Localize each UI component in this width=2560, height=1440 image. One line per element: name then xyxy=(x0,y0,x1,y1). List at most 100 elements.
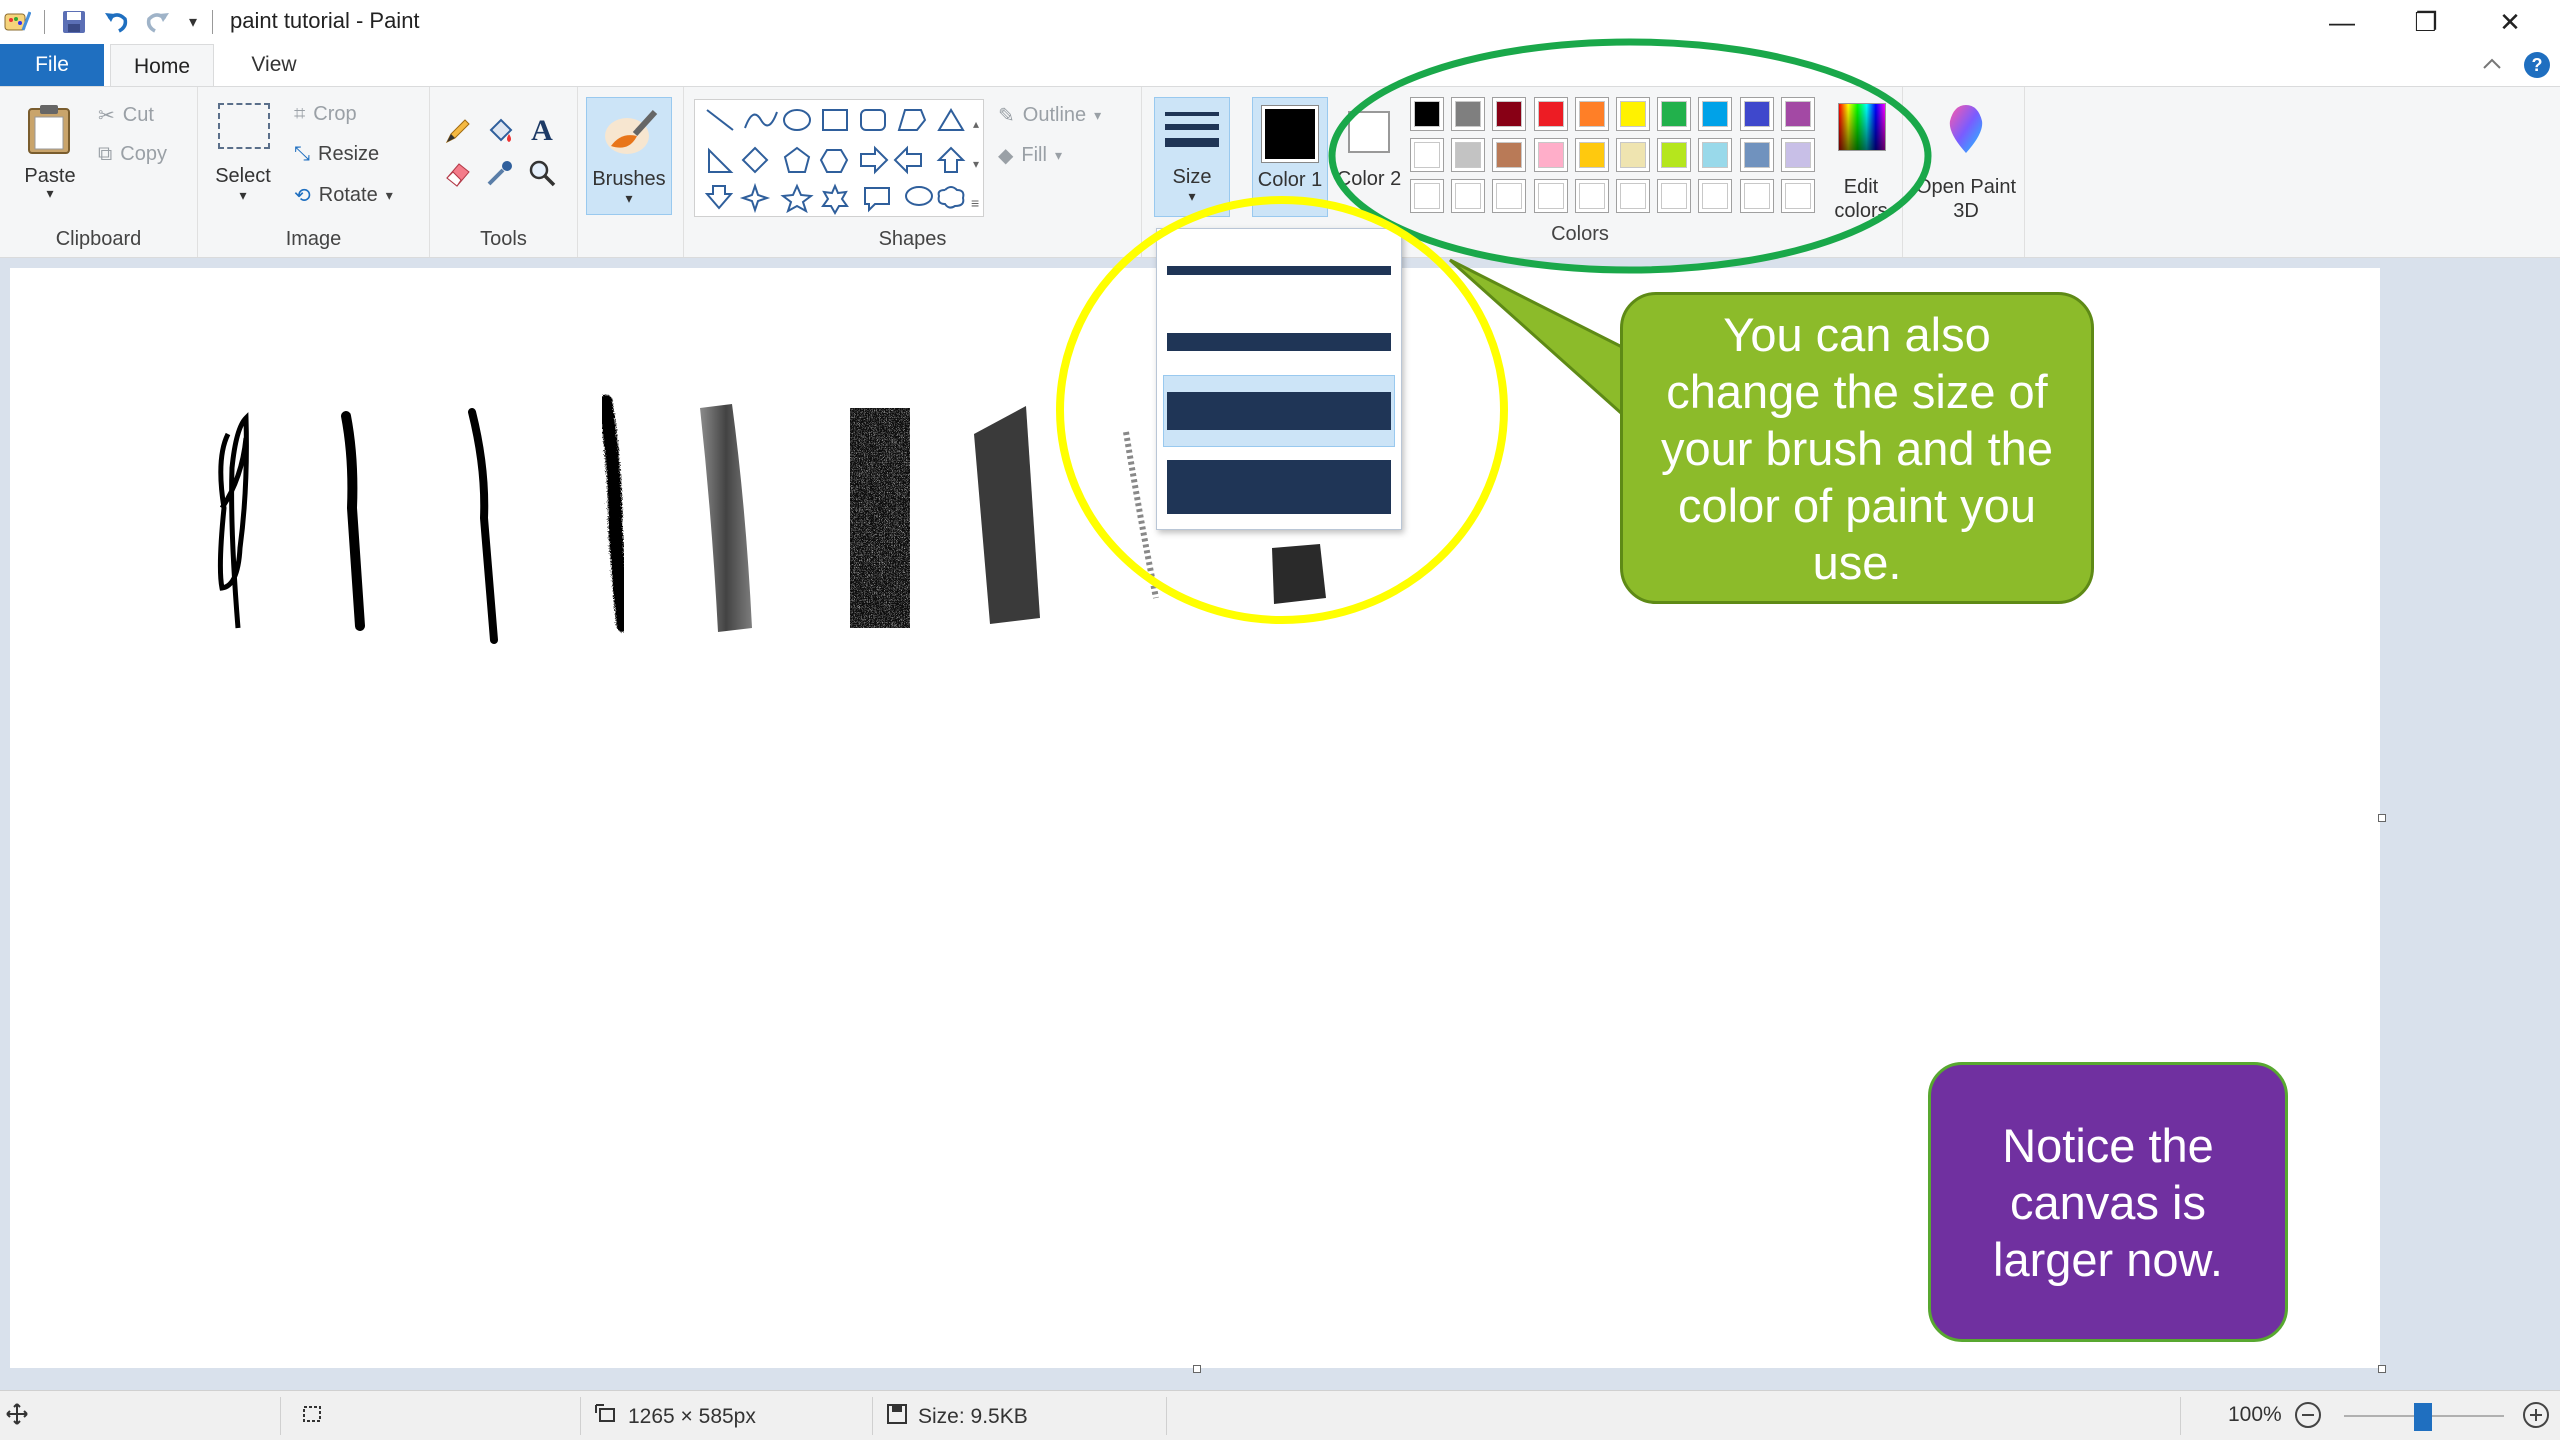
color-swatch[interactable] xyxy=(1780,97,1815,131)
swatch-fill xyxy=(1702,142,1729,168)
color-swatch[interactable] xyxy=(1574,138,1609,172)
custom-color-slot[interactable] xyxy=(1574,179,1609,213)
resize-handle-corner[interactable] xyxy=(2378,1365,2386,1373)
brushes-button[interactable]: Brushes ▾ xyxy=(586,97,672,215)
color-swatch[interactable] xyxy=(1451,138,1486,172)
open-paint3d-button[interactable]: Open Paint 3D xyxy=(1912,97,2020,223)
redo-icon[interactable] xyxy=(142,6,174,38)
svg-text:≡: ≡ xyxy=(971,195,979,211)
zoom-out-icon xyxy=(2295,1402,2321,1428)
color-swatch[interactable] xyxy=(1739,97,1774,131)
size-option-4[interactable] xyxy=(1163,451,1395,523)
edit-colors-button[interactable]: Edit colors xyxy=(1826,97,1896,223)
paste-button[interactable]: Paste ▾ xyxy=(10,97,90,201)
color-swatch[interactable] xyxy=(1616,97,1650,131)
chevron-down-icon: ▾ xyxy=(625,190,633,206)
help-icon[interactable]: ? xyxy=(2524,52,2550,78)
cut-label: Cut xyxy=(122,104,154,126)
outline-icon: ✎ xyxy=(998,105,1015,127)
resize-button[interactable]: ⤡ Resize xyxy=(294,143,379,166)
swatch-fill xyxy=(1620,183,1646,209)
fill-bucket-icon[interactable] xyxy=(482,113,518,149)
custom-color-slot[interactable] xyxy=(1492,179,1527,213)
divider xyxy=(280,1397,281,1435)
color-swatch[interactable] xyxy=(1410,138,1444,172)
copy-label: Copy xyxy=(120,143,167,165)
color-swatch[interactable] xyxy=(1780,138,1815,172)
color1-button[interactable]: Color 1 xyxy=(1252,97,1328,217)
tab-home[interactable]: Home xyxy=(110,44,214,88)
customize-quick-access-icon[interactable]: ▾ xyxy=(182,6,204,38)
custom-color-slot[interactable] xyxy=(1657,179,1692,213)
custom-color-slot[interactable] xyxy=(1739,179,1774,213)
file-size-readout: Size: 9.5KB xyxy=(886,1403,1028,1431)
color2-swatch xyxy=(1348,111,1390,153)
color-swatch[interactable] xyxy=(1533,97,1568,131)
color-swatch[interactable] xyxy=(1451,97,1486,131)
paint-app-icon[interactable] xyxy=(2,6,32,38)
zoom-out-button[interactable] xyxy=(2294,1401,2322,1429)
custom-color-slot[interactable] xyxy=(1533,179,1568,213)
size-color-callout: You can also change the size of your bru… xyxy=(1620,292,2094,604)
swatch-fill xyxy=(1578,142,1605,168)
color2-button[interactable]: Color 2 xyxy=(1334,97,1404,217)
color-swatch[interactable] xyxy=(1657,97,1692,131)
color-picker-icon[interactable] xyxy=(482,155,518,191)
undo-icon[interactable] xyxy=(100,6,132,38)
select-icon xyxy=(218,103,270,149)
minimize-button[interactable]: — xyxy=(2300,0,2384,44)
color-swatch[interactable] xyxy=(1657,138,1692,172)
size-option-1[interactable] xyxy=(1163,237,1395,303)
swatch-fill xyxy=(1414,183,1440,209)
magnifier-icon[interactable] xyxy=(524,155,560,191)
custom-color-slot[interactable] xyxy=(1616,179,1650,213)
swatch-fill xyxy=(1496,142,1523,168)
eraser-icon[interactable] xyxy=(440,155,476,191)
color-swatch[interactable] xyxy=(1533,138,1568,172)
outline-button[interactable]: ✎ Outline ▾ xyxy=(998,103,1101,128)
stroke-calligraphy-2 xyxy=(468,408,498,644)
crop-button[interactable]: ⌗ Crop xyxy=(294,103,357,126)
color-swatch[interactable] xyxy=(1574,97,1609,131)
color-swatch[interactable] xyxy=(1492,138,1527,172)
cut-button[interactable]: ✂ Cut xyxy=(98,103,154,128)
size-option-2[interactable] xyxy=(1163,309,1395,375)
divider xyxy=(44,10,45,34)
custom-color-slot[interactable] xyxy=(1780,179,1815,213)
resize-handle-bottom[interactable] xyxy=(1193,1365,1201,1373)
color-swatch[interactable] xyxy=(1492,97,1527,131)
color-swatch[interactable] xyxy=(1698,97,1733,131)
tab-view[interactable]: View xyxy=(222,44,326,86)
collapse-ribbon-icon[interactable] xyxy=(2482,50,2502,76)
zoom-slider-thumb[interactable] xyxy=(2414,1403,2432,1431)
resize-handle-right[interactable] xyxy=(2378,814,2386,822)
swatch-fill xyxy=(1661,183,1688,209)
crop-icon: ⌗ xyxy=(294,103,306,125)
rotate-button[interactable]: ⟲ Rotate ▾ xyxy=(294,183,393,208)
close-button[interactable]: ✕ xyxy=(2468,0,2552,44)
size-option-3[interactable] xyxy=(1163,375,1395,447)
color-swatch[interactable] xyxy=(1698,138,1733,172)
text-tool-icon[interactable]: A xyxy=(524,113,560,149)
pencil-icon[interactable] xyxy=(440,113,476,149)
size-button[interactable]: Size ▾ xyxy=(1154,97,1230,217)
zoom-in-button[interactable] xyxy=(2522,1401,2550,1429)
divider xyxy=(872,1397,873,1435)
color-swatch[interactable] xyxy=(1739,138,1774,172)
restore-button[interactable]: ❐ xyxy=(2384,0,2468,44)
zoom-level: 100% xyxy=(2228,1403,2282,1426)
custom-color-slot[interactable] xyxy=(1410,179,1444,213)
copy-button[interactable]: ⧉ Copy xyxy=(98,143,167,166)
custom-color-slot[interactable] xyxy=(1451,179,1486,213)
tab-file[interactable]: File xyxy=(0,44,104,86)
shapes-gallery[interactable]: ▴ ▾ ≡ xyxy=(694,99,984,217)
color-swatch[interactable] xyxy=(1410,97,1444,131)
swatch-fill xyxy=(1578,183,1605,209)
save-icon[interactable] xyxy=(58,6,90,38)
size-bar xyxy=(1167,460,1391,514)
fill-button[interactable]: ◆ Fill ▾ xyxy=(998,143,1062,168)
color-swatch[interactable] xyxy=(1616,138,1650,172)
size-dropdown xyxy=(1156,228,1402,530)
select-button[interactable]: Select ▾ xyxy=(208,97,278,207)
custom-color-slot[interactable] xyxy=(1698,179,1733,213)
